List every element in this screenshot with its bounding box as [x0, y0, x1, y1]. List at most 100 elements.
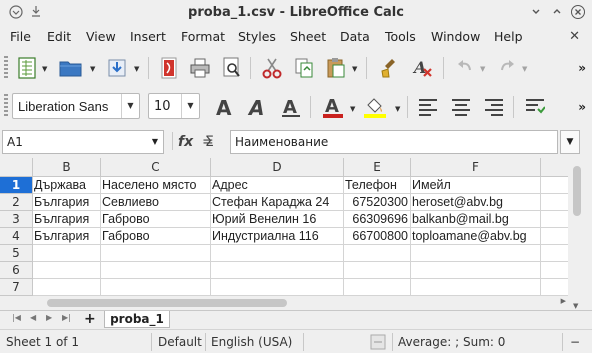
cell-d6[interactable] [211, 262, 344, 279]
chevron-down-icon[interactable]: ▼ [147, 131, 163, 153]
italic-icon[interactable]: A [245, 94, 271, 120]
align-center-icon[interactable] [448, 94, 474, 120]
vertical-scrollbar[interactable]: ▼ [568, 158, 586, 312]
document-modified-icon[interactable] [370, 334, 386, 353]
chevron-down-icon[interactable]: ▼ [181, 94, 199, 118]
font-color-icon[interactable]: A [320, 94, 346, 120]
cell-f3[interactable]: balkanb@mail.bg [411, 211, 541, 228]
select-all-corner[interactable] [0, 158, 33, 177]
background-color-icon[interactable] [362, 94, 388, 120]
expand-formula-bar-icon[interactable]: ▼ [560, 130, 580, 154]
new-spreadsheet-icon[interactable] [14, 55, 40, 81]
name-box[interactable]: A1 ▼ [2, 130, 164, 154]
cell-b7[interactable] [33, 279, 101, 296]
paste-dropdown-icon[interactable]: ▼ [352, 65, 357, 73]
cell-d7[interactable] [211, 279, 344, 296]
clear-formatting-icon[interactable]: A [410, 55, 436, 81]
undo-icon[interactable] [452, 55, 478, 81]
cell-e3[interactable]: 66309696 [344, 211, 411, 228]
cell-f4[interactable]: toploamane@abv.bg [411, 228, 541, 245]
align-left-icon[interactable] [415, 94, 441, 120]
row-header-1[interactable]: 1 [0, 177, 33, 194]
font-size-combobox[interactable]: 10 ▼ [148, 93, 200, 119]
cell-b3[interactable]: България [33, 211, 101, 228]
copy-icon[interactable] [291, 55, 317, 81]
cell-f1[interactable]: Имейл [411, 177, 541, 194]
cell-f7[interactable] [411, 279, 541, 296]
row-header-3[interactable]: 3 [0, 211, 33, 228]
open-dropdown-icon[interactable]: ▼ [90, 65, 95, 73]
horizontal-scroll-thumb[interactable] [47, 299, 287, 307]
formula-input[interactable]: Наименование [230, 130, 558, 154]
close-document-icon[interactable]: ✕ [569, 29, 580, 44]
wrap-text-icon[interactable] [522, 94, 548, 120]
cell-e6[interactable] [344, 262, 411, 279]
cell-b6[interactable] [33, 262, 101, 279]
cut-icon[interactable] [259, 55, 285, 81]
menu-window[interactable]: Window [431, 29, 480, 44]
column-header-c[interactable]: C [101, 158, 211, 177]
cell-d5[interactable] [211, 245, 344, 262]
bold-icon[interactable]: A [212, 94, 238, 120]
align-right-icon[interactable] [481, 94, 507, 120]
cell-c4[interactable]: Габрово [101, 228, 211, 245]
print-icon[interactable] [187, 55, 213, 81]
row-header-7[interactable]: 7 [0, 279, 33, 296]
menu-insert[interactable]: Insert [130, 29, 166, 44]
column-header-e[interactable]: E [344, 158, 411, 177]
add-sheet-button[interactable]: + [84, 311, 96, 327]
first-sheet-icon[interactable]: |◀ [12, 313, 21, 322]
cell-b5[interactable] [33, 245, 101, 262]
cell-b4[interactable]: България [33, 228, 101, 245]
menu-format[interactable]: Format [181, 29, 225, 44]
save-dropdown-icon[interactable]: ▼ [134, 65, 139, 73]
print-preview-icon[interactable] [219, 55, 245, 81]
cell-e4[interactable]: 66700800 [344, 228, 411, 245]
background-color-dropdown-icon[interactable]: ▼ [395, 105, 400, 113]
save-icon[interactable] [104, 55, 130, 81]
menu-tools[interactable]: Tools [385, 29, 416, 44]
vertical-scroll-thumb[interactable] [573, 166, 581, 216]
toolbar-overflow-icon[interactable]: » [578, 61, 586, 75]
row-header-6[interactable]: 6 [0, 262, 33, 279]
row-header-2[interactable]: 2 [0, 194, 33, 211]
horizontal-scrollbar[interactable]: ▶ [33, 296, 568, 310]
menu-view[interactable]: View [86, 29, 116, 44]
chevron-down-icon[interactable]: ▼ [121, 94, 139, 118]
cell-c7[interactable] [101, 279, 211, 296]
row-header-5[interactable]: 5 [0, 245, 33, 262]
next-sheet-icon[interactable]: ▶ [46, 313, 52, 322]
sheet-tab-proba-1[interactable]: proba_1 [104, 311, 170, 328]
equals-icon[interactable]: = [202, 134, 214, 150]
font-color-dropdown-icon[interactable]: ▼ [350, 105, 355, 113]
column-header-f[interactable]: F [411, 158, 541, 177]
zoom-out-button[interactable]: − [570, 335, 580, 349]
toolbar-overflow-icon[interactable]: » [578, 100, 586, 114]
sheet-count-status[interactable]: Sheet 1 of 1 [6, 335, 79, 349]
cell-d3[interactable]: Юрий Венелин 16 [211, 211, 344, 228]
selection-summary-status[interactable]: Average: ; Sum: 0 [398, 335, 505, 349]
cell-c3[interactable]: Габрово [101, 211, 211, 228]
language-status[interactable]: English (USA) [211, 335, 292, 349]
menu-edit[interactable]: Edit [47, 29, 71, 44]
menu-help[interactable]: Help [494, 29, 523, 44]
previous-sheet-icon[interactable]: ◀ [30, 313, 36, 322]
cell-c5[interactable] [101, 245, 211, 262]
menu-styles[interactable]: Styles [238, 29, 276, 44]
paste-icon[interactable] [323, 55, 349, 81]
font-name-combobox[interactable]: Liberation Sans ▼ [12, 93, 140, 119]
clone-formatting-icon[interactable] [377, 55, 403, 81]
cell-f6[interactable] [411, 262, 541, 279]
menu-data[interactable]: Data [340, 29, 370, 44]
redo-dropdown-icon[interactable]: ▼ [522, 65, 527, 73]
export-pdf-icon[interactable] [156, 55, 182, 81]
redo-icon[interactable] [494, 55, 520, 81]
cell-d2[interactable]: Стефан Караджа 24 [211, 194, 344, 211]
cell-d1[interactable]: Адрес [211, 177, 344, 194]
cell-b2[interactable]: България [33, 194, 101, 211]
cell-c6[interactable] [101, 262, 211, 279]
menu-file[interactable]: File [10, 29, 31, 44]
function-wizard-icon[interactable]: fx [178, 134, 193, 150]
column-header-b[interactable]: B [33, 158, 101, 177]
spreadsheet-grid[interactable]: B C D E F 1 2 3 4 5 6 7 Държава Населено… [0, 158, 572, 296]
